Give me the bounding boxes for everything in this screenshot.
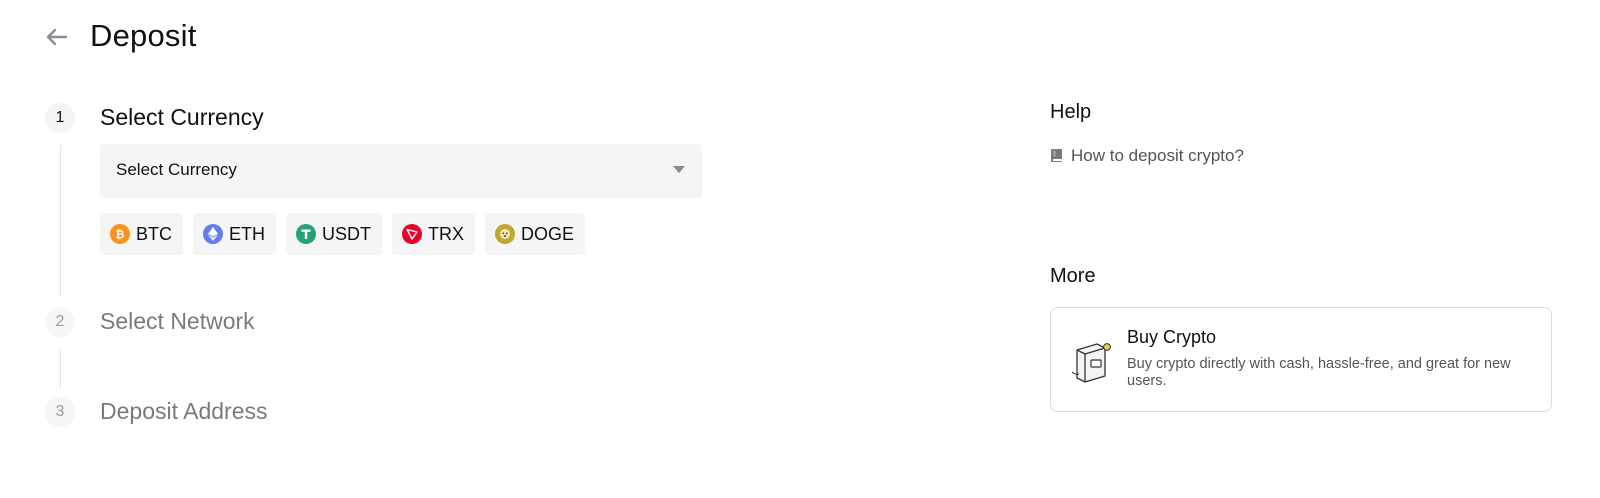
- step-1-title: Select Currency: [100, 104, 264, 130]
- currency-chip-usdt[interactable]: USDT: [286, 213, 382, 255]
- currency-chip-btc[interactable]: ₿ BTC: [100, 213, 183, 255]
- how-to-deposit-link-label: How to deposit crypto?: [1071, 146, 1244, 165]
- buy-crypto-card-description: Buy crypto directly with cash, hassle-fr…: [1127, 356, 1511, 389]
- more-heading: More: [1050, 265, 1096, 287]
- currency-chip-label: ETH: [229, 223, 265, 244]
- step-2-number: 2: [45, 307, 75, 337]
- wallet-illustration-icon: [1071, 343, 1111, 383]
- ethereum-icon: [203, 224, 223, 244]
- quick-currency-list: ₿ BTC ETH USDT TRX DOGE: [100, 213, 586, 255]
- back-button[interactable]: [44, 24, 70, 50]
- dogecoin-icon: [495, 224, 515, 244]
- step-2-title: Select Network: [100, 308, 255, 334]
- how-to-deposit-link[interactable]: How to deposit crypto?: [1050, 146, 1244, 166]
- currency-chip-label: USDT: [322, 223, 371, 244]
- currency-chip-trx[interactable]: TRX: [392, 213, 475, 255]
- currency-chip-label: TRX: [428, 223, 464, 244]
- bitcoin-icon: ₿: [110, 224, 130, 244]
- svg-text:₿: ₿: [116, 228, 125, 240]
- buy-crypto-card-title: Buy Crypto: [1127, 327, 1217, 347]
- currency-chip-eth[interactable]: ETH: [193, 213, 276, 255]
- step-3-title: Deposit Address: [100, 398, 268, 424]
- step-1-number: 1: [45, 103, 75, 133]
- step-connector-1: [60, 145, 61, 296]
- caret-down-icon: [673, 166, 685, 173]
- currency-select-placeholder: Select Currency: [116, 160, 237, 179]
- buy-crypto-card[interactable]: Buy Crypto Buy crypto directly with cash…: [1050, 307, 1552, 412]
- currency-chip-doge[interactable]: DOGE: [485, 213, 586, 255]
- step-connector-2: [60, 349, 61, 388]
- book-icon: [1051, 149, 1062, 162]
- page-title: Deposit: [90, 18, 197, 53]
- currency-chip-label: BTC: [136, 223, 172, 244]
- currency-select[interactable]: Select Currency: [100, 144, 702, 198]
- help-heading: Help: [1050, 101, 1092, 123]
- tron-icon: [402, 224, 422, 244]
- tether-icon: [296, 224, 316, 244]
- step-3-number: 3: [45, 397, 75, 427]
- deposit-page: Deposit 1 Select Currency Select Currenc…: [0, 0, 1600, 498]
- arrow-left-icon: [46, 28, 68, 46]
- currency-chip-label: DOGE: [521, 223, 575, 244]
